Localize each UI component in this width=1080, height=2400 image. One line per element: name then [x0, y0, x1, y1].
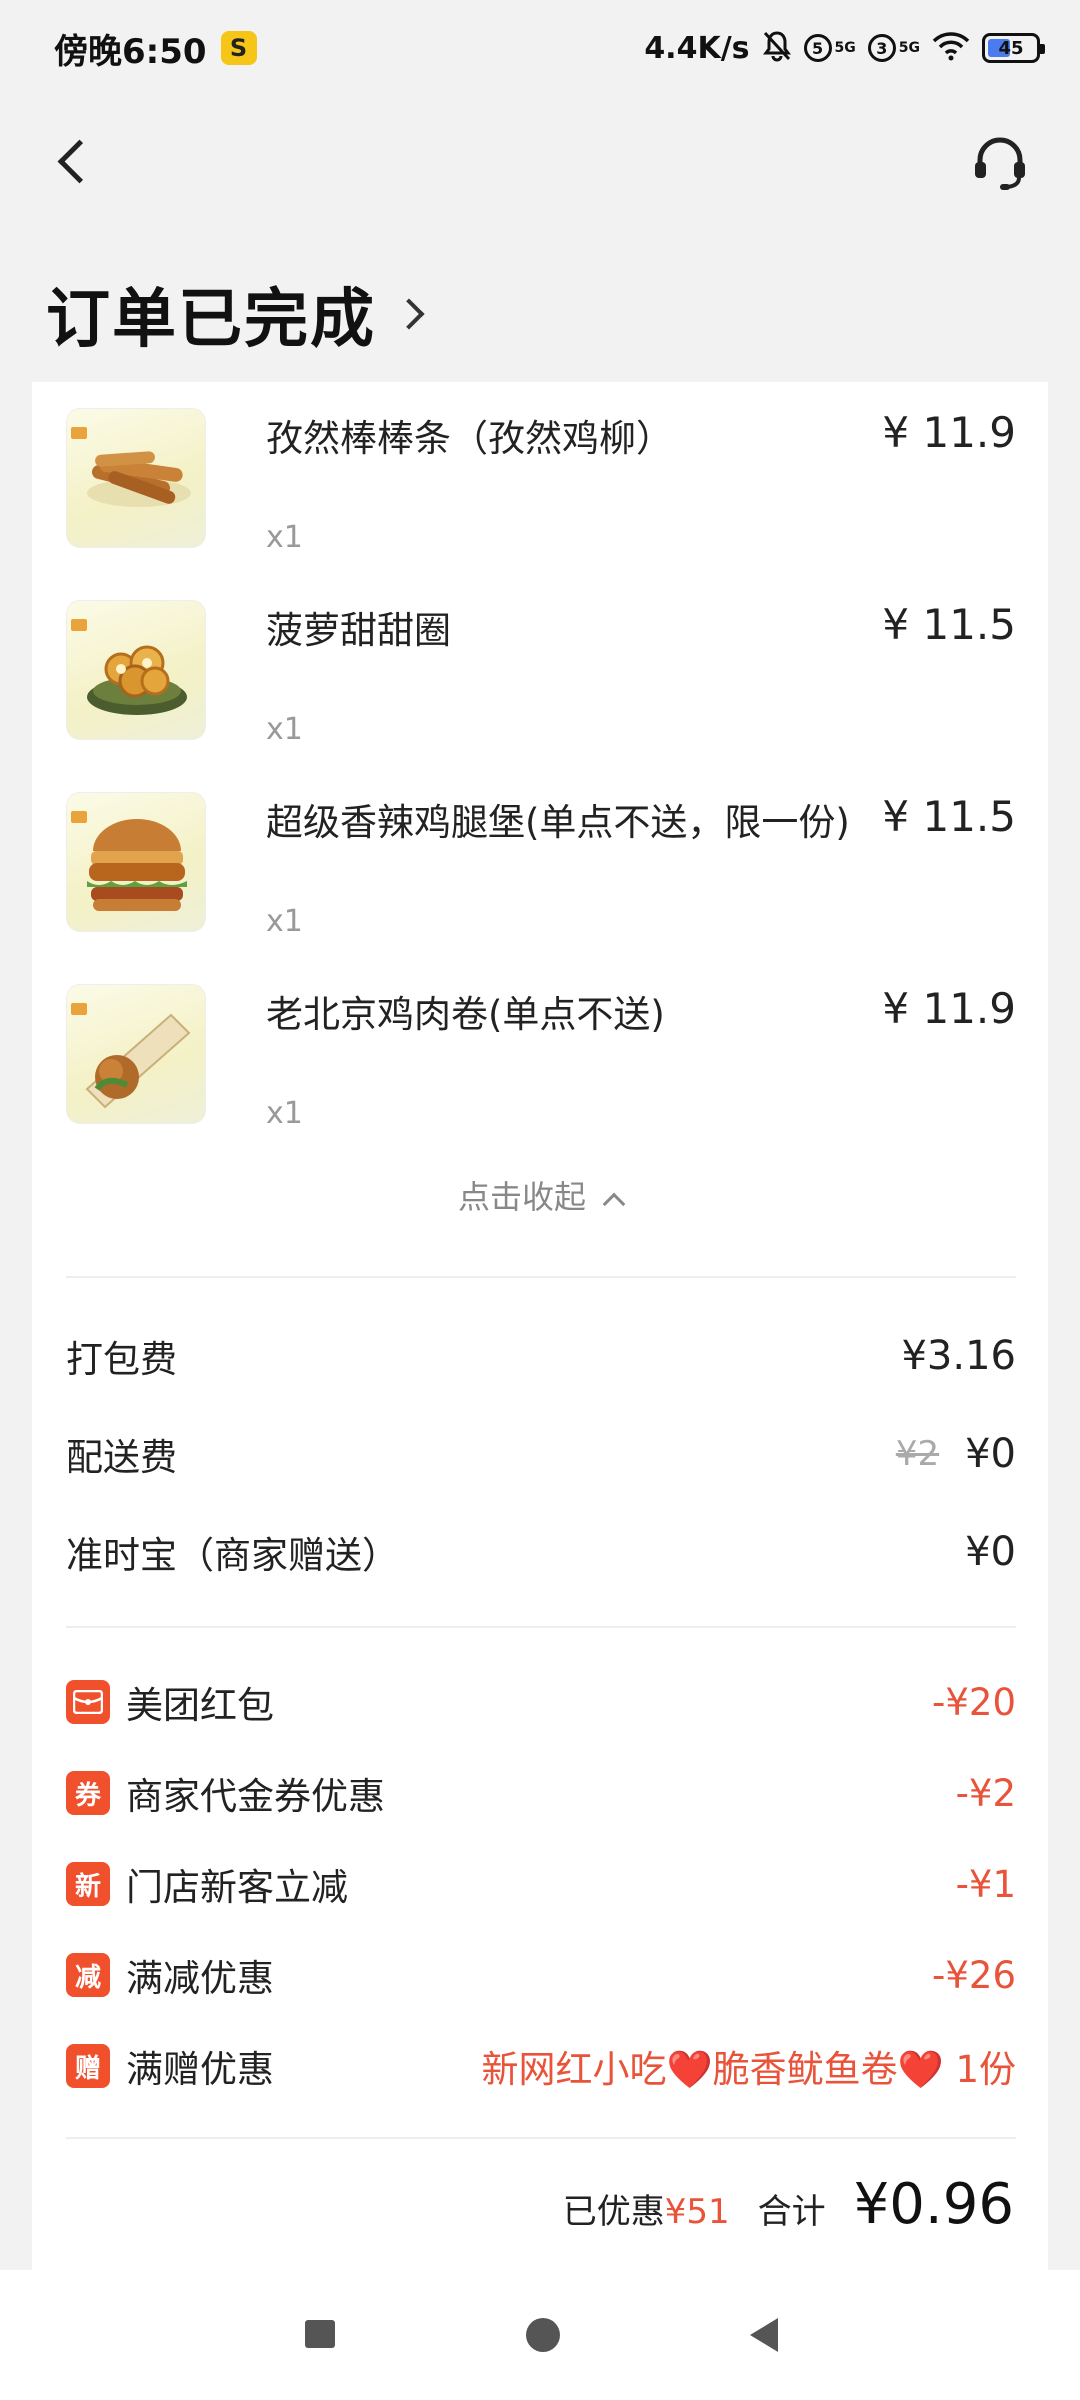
discount-label: 满赠优惠	[126, 2048, 274, 2091]
discount-value: -¥20	[932, 1680, 1016, 1724]
recent-apps-button[interactable]	[295, 2310, 345, 2360]
item-quantity: x1	[266, 904, 303, 939]
customer-service-icon[interactable]	[968, 130, 1032, 194]
discount-value: -¥2	[955, 1771, 1016, 1815]
order-total: 已优惠¥51 合计 ¥0.96	[563, 2172, 1014, 2237]
discount-row: 美团红包 -¥20	[66, 1672, 1016, 1732]
back-button[interactable]	[48, 132, 108, 192]
item-price: ¥ 11.5	[882, 792, 1016, 841]
discount-icon: 减	[66, 1953, 110, 1997]
saved-amount: ¥51	[664, 2192, 730, 2232]
fee-value: ¥0	[965, 1431, 1016, 1477]
discount-label: 满减优惠	[126, 1957, 274, 2000]
fee-label: 配送费	[66, 1436, 177, 1479]
item-image-chicken-wrap	[66, 984, 206, 1124]
item-quantity: x1	[266, 1096, 303, 1131]
sim1-signal: 5 5G	[803, 34, 856, 62]
status-left: 傍晚6:50 S	[54, 24, 257, 73]
fee-value: ¥3.16	[901, 1333, 1016, 1379]
fee-label: 准时宝（商家赠送）	[66, 1534, 399, 1577]
discount-value: -¥26	[932, 1953, 1016, 1997]
item-quantity: x1	[266, 520, 303, 555]
saved-label: 已优惠	[562, 2192, 665, 2232]
sim1-icon: 5	[803, 34, 832, 62]
item-image-fried-chicken-strips	[66, 408, 206, 548]
fee-value: ¥0	[965, 1529, 1016, 1575]
ontime-guarantee-row: 准时宝（商家赠送） ¥0	[66, 1522, 1016, 1582]
divider	[66, 1626, 1016, 1628]
discount-label: 美团红包	[126, 1684, 274, 1727]
collapse-label: 点击收起	[457, 1178, 586, 1216]
order-item[interactable]: 超级香辣鸡腿堡(单点不送，限一份) x1 ¥ 11.5	[66, 792, 1016, 952]
item-price: ¥ 11.5	[882, 600, 1016, 649]
system-nav-bar	[0, 2270, 1080, 2400]
fee-value-group: ¥2 ¥0	[896, 1431, 1016, 1477]
app-notification-icon: S	[220, 31, 257, 65]
saved-summary: 已优惠¥51	[563, 2184, 730, 2233]
item-image-spicy-chicken-burger	[66, 792, 206, 932]
delivery-fee-row: 配送费 ¥2 ¥0	[66, 1424, 1016, 1484]
new-customer-icon: 新	[66, 1862, 110, 1906]
discount-row: 赠 满赠优惠 新网红小吃❤️脆香鱿鱼卷❤️ 1份	[66, 2036, 1016, 2096]
battery-level: 45	[998, 37, 1024, 59]
order-item[interactable]: 孜然棒棒条（孜然鸡柳） x1 ¥ 11.9	[66, 408, 1016, 568]
coupon-icon: 券	[66, 1771, 110, 1815]
divider	[66, 1276, 1016, 1278]
order-item[interactable]: 老北京鸡肉卷(单点不送) x1 ¥ 11.9	[66, 984, 1016, 1144]
mute-bell-icon	[762, 30, 792, 67]
sim1-network-tag: 5G	[834, 40, 856, 56]
packing-fee-row: 打包费 ¥3.16	[66, 1326, 1016, 1386]
wifi-icon	[932, 31, 970, 66]
network-speed: 4.4K/s	[644, 30, 750, 66]
gift-value: 新网红小吃❤️脆香鱿鱼卷❤️ 1份	[481, 2048, 1016, 2091]
item-name: 老北京鸡肉卷(单点不送)	[266, 993, 665, 1036]
total-value: ¥0.96	[853, 2172, 1014, 2237]
order-item[interactable]: 菠萝甜甜圈 x1 ¥ 11.5	[66, 600, 1016, 760]
order-status-header[interactable]: 订单已完成	[46, 268, 425, 360]
item-name: 孜然棒棒条（孜然鸡柳）	[266, 417, 673, 460]
discount-row: 券 商家代金券优惠 -¥2	[66, 1763, 1016, 1823]
battery-icon: 45	[982, 33, 1045, 63]
sim2-network-tag: 5G	[898, 40, 920, 56]
red-packet-icon	[66, 1680, 110, 1724]
collapse-items-button[interactable]: 点击收起	[32, 1172, 1048, 1218]
item-image-pineapple-rings	[66, 600, 206, 740]
item-price: ¥ 11.9	[882, 984, 1016, 1033]
fee-original-price: ¥2	[895, 1434, 940, 1474]
discount-label: 门店新客立减	[126, 1866, 348, 1909]
fee-value-group: ¥3.16	[901, 1333, 1016, 1379]
chevron-up-icon	[602, 1192, 626, 1216]
discount-value: -¥1	[955, 1862, 1016, 1906]
status-bar: 傍晚6:50 S 4.4K/s 5 5G 3 5G 45	[0, 0, 1080, 96]
divider	[66, 2137, 1016, 2139]
top-nav	[0, 110, 1080, 210]
home-button[interactable]	[518, 2310, 568, 2360]
item-quantity: x1	[266, 712, 303, 747]
discount-row: 减 满减优惠 -¥26	[66, 1945, 1016, 2005]
system-back-button[interactable]	[742, 2310, 792, 2360]
fee-label: 打包费	[66, 1338, 177, 1381]
order-detail-card: 孜然棒棒条（孜然鸡柳） x1 ¥ 11.9 菠萝甜甜圈 x1 ¥ 11.5 超级…	[32, 382, 1048, 2270]
page-title: 订单已完成	[46, 283, 376, 357]
item-price: ¥ 11.9	[882, 408, 1016, 457]
status-time: 傍晚6:50	[54, 31, 207, 72]
chevron-right-icon	[393, 298, 425, 330]
discount-label: 商家代金券优惠	[126, 1775, 385, 1818]
gift-icon: 赠	[66, 2044, 110, 2088]
fee-value-group: ¥0	[965, 1529, 1016, 1575]
total-label: 合计	[757, 2192, 826, 2232]
sim2-icon: 3	[867, 34, 896, 62]
sim2-signal: 3 5G	[867, 34, 920, 62]
status-right: 4.4K/s 5 5G 3 5G 45	[644, 30, 1045, 67]
discount-row: 新 门店新客立减 -¥1	[66, 1854, 1016, 1914]
item-name: 菠萝甜甜圈	[266, 609, 451, 652]
item-name: 超级香辣鸡腿堡(单点不送，限一份)	[266, 801, 850, 844]
